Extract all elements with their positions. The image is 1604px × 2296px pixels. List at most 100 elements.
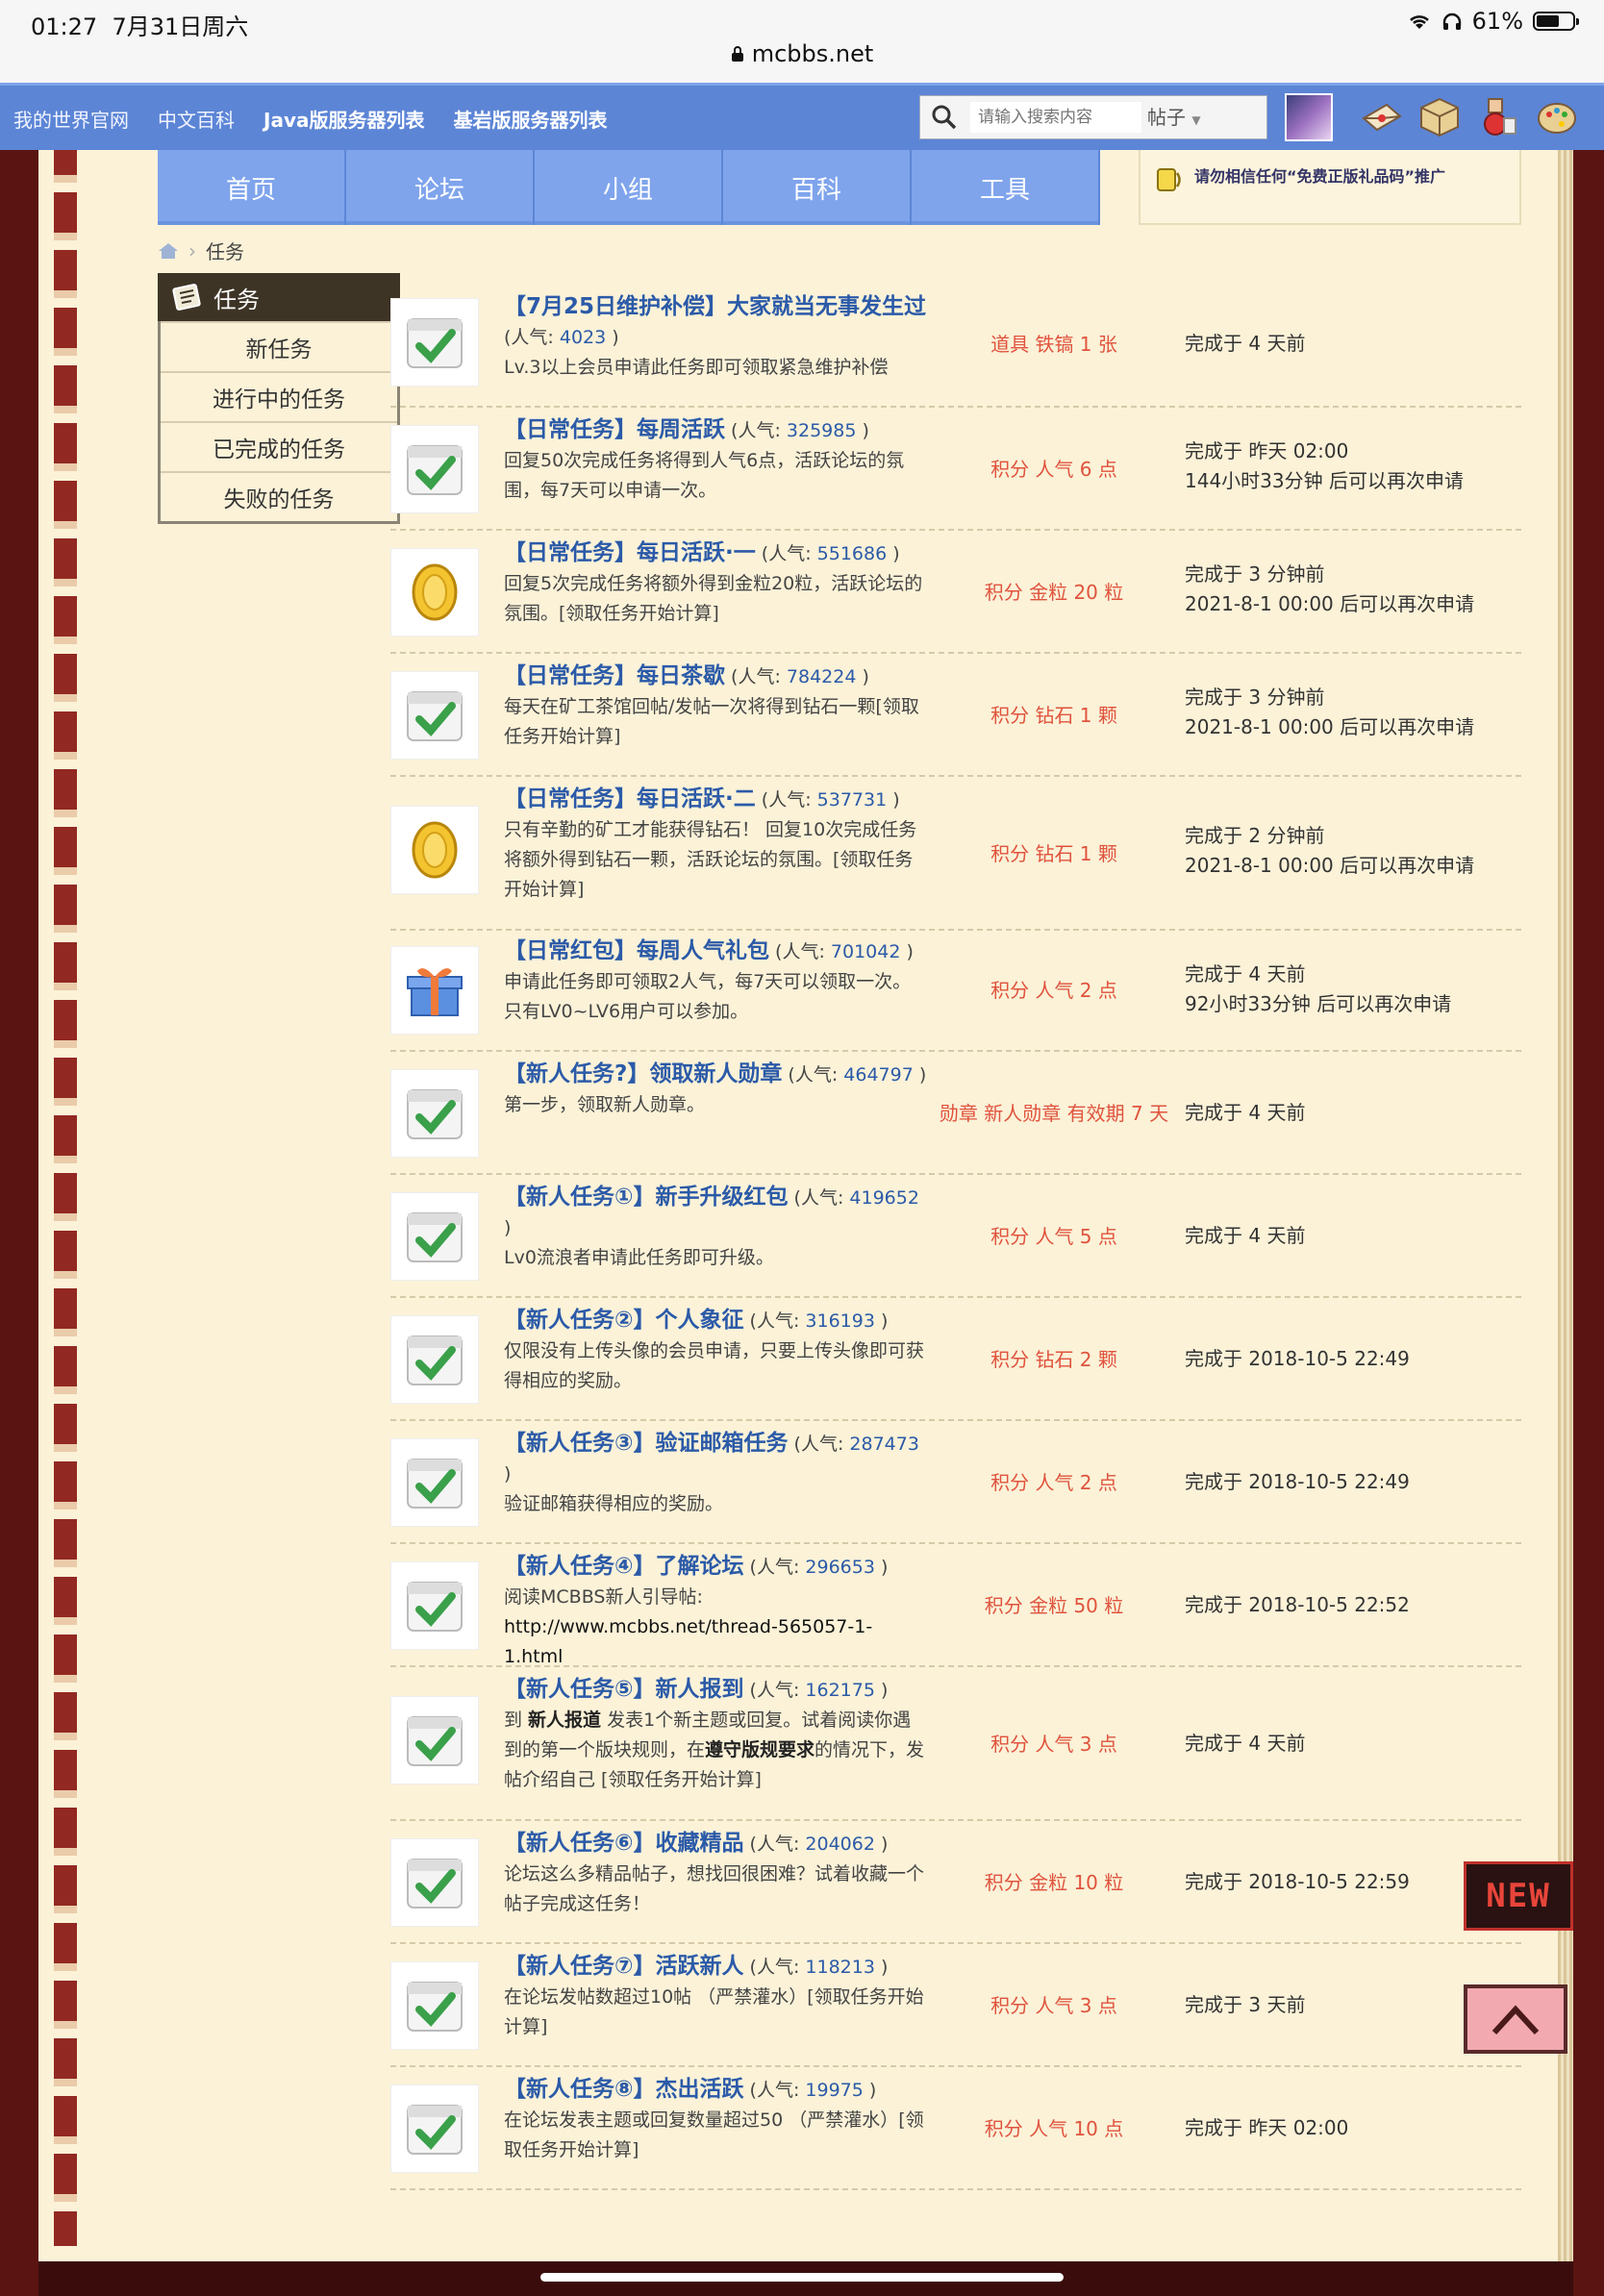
task-title[interactable]: 【新人任务⑤】新人报到 xyxy=(504,1677,743,1702)
popularity-count: 19975 xyxy=(805,2080,864,2101)
task-title[interactable]: 【日常任务】每周活跃 xyxy=(504,417,725,442)
search-button[interactable] xyxy=(920,96,968,138)
breadcrumb-current: 任务 xyxy=(206,240,244,263)
task-scroll-icon xyxy=(172,284,201,311)
check-calendar-icon xyxy=(390,1192,479,1281)
notice-box[interactable]: 请勿相信任何“免费正版礼品码”推广 xyxy=(1139,150,1521,225)
task-status: 完成于 昨天 02:00 144小时33分钟 后可以再次申请 xyxy=(1185,439,1464,492)
tab-home[interactable]: 首页 xyxy=(158,150,346,225)
task-status: 完成于 2018-10-5 22:49 xyxy=(1185,1347,1410,1370)
task-title[interactable]: 【新人任务②】个人象征 xyxy=(504,1308,743,1333)
task-reward: 积分 人气 3 点 xyxy=(990,1994,1117,2017)
search-icon xyxy=(932,105,957,130)
task-body: 【新人任务③】验证邮箱任务 (人气: 287473 ) 验证邮箱获得相应的奖励。 xyxy=(504,1431,919,1514)
book-frame: 首页 论坛 小组 百科 工具 请勿相信任何“免费正版礼品码”推广 › 任务 任务… xyxy=(0,150,1604,2296)
thread-link[interactable]: http://www.mcbbs.net/thread-565057-1-1.h… xyxy=(504,1616,872,1667)
task-status: 完成于 4 天前 xyxy=(1185,332,1306,355)
potion-icon[interactable] xyxy=(1475,95,1519,139)
task-description: 回复50次完成任务将得到人气6点，活跃论坛的氛围，每7天可以申请一次。 xyxy=(504,450,905,501)
task-title[interactable]: 【日常任务】每日茶歇 xyxy=(504,663,725,688)
search-type-select[interactable]: 帖子 ▼ xyxy=(1147,102,1201,130)
task-body: 【日常任务】每周活跃 (人气: 325985 ) 回复50次完成任务将得到人气6… xyxy=(504,417,905,501)
address-bar[interactable]: mcbbs.net xyxy=(0,38,1604,84)
url-text: mcbbs.net xyxy=(751,40,874,67)
task-body: 【日常任务】每日茶歇 (人气: 784224 ) 每天在矿工茶馆回帖/发帖一次将… xyxy=(504,663,919,747)
sidebar-header: 任务 xyxy=(158,273,400,321)
crate-icon[interactable] xyxy=(1417,95,1462,139)
forum-link-newbie[interactable]: 新人报道 xyxy=(528,1710,601,1731)
headphones-icon xyxy=(1442,12,1461,30)
sidebar-item-completed[interactable]: 已完成的任务 xyxy=(161,421,397,471)
palette-icon[interactable] xyxy=(1535,95,1579,139)
task-status: 完成于 3 分钟前 2021-8-1 00:00 后可以再次申请 xyxy=(1185,562,1475,615)
task-reward: 积分 人气 10 点 xyxy=(984,2117,1124,2140)
task-description: Lv0流浪者申请此任务即可升级。 xyxy=(504,1247,774,1268)
task-reward: 积分 钻石 2 颗 xyxy=(990,1348,1117,1371)
task-title[interactable]: 【日常红包】每周人气礼包 xyxy=(504,938,769,963)
task-title[interactable]: 【新人任务⑦】活跃新人 xyxy=(504,1954,743,1979)
top-link-wiki[interactable]: 中文百科 xyxy=(158,105,235,133)
task-title[interactable]: 【新人任务?】领取新人勋章 xyxy=(504,1061,782,1086)
check-calendar-icon xyxy=(390,1315,479,1404)
task-description: 到 新人报道 发表1个新主题或回复。试着阅读你遇到的第一个版块规则，在遵守版规要… xyxy=(504,1710,925,1790)
task-row: 【新人任务⑥】收藏精品 (人气: 204062 ) 论坛这么多精品帖子，想找回很… xyxy=(390,1821,1521,1944)
check-calendar-icon xyxy=(390,1069,479,1158)
new-badge[interactable]: NEW xyxy=(1464,1861,1573,1931)
task-row: 【新人任务①】新手升级红包 (人气: 419652 ) Lv0流浪者申请此任务即… xyxy=(390,1175,1521,1298)
check-calendar-icon xyxy=(390,1838,479,1927)
task-reward: 积分 金粒 50 粒 xyxy=(984,1594,1124,1617)
notice-text: 请勿相信任何“免费正版礼品码”推广 xyxy=(1194,167,1446,186)
popularity-count: 316193 xyxy=(805,1310,875,1332)
task-description: 仅限没有上传头像的会员申请，只要上传头像即可获得相应的奖励。 xyxy=(504,1340,925,1391)
top-link-bedrock-servers[interactable]: 基岩版服务器列表 xyxy=(453,105,607,133)
tab-groups[interactable]: 小组 xyxy=(535,150,723,225)
breadcrumb: › 任务 xyxy=(158,237,244,264)
user-avatar[interactable] xyxy=(1285,93,1333,141)
task-title[interactable]: 【新人任务⑧】杰出活跃 xyxy=(504,2077,743,2102)
wifi-icon xyxy=(1409,15,1429,29)
task-reward: 积分 人气 2 点 xyxy=(990,1471,1117,1494)
task-reward: 积分 钻石 1 颗 xyxy=(990,842,1117,865)
task-status: 完成于 4 天前 xyxy=(1185,1732,1306,1755)
task-reward: 积分 人气 3 点 xyxy=(990,1733,1117,1756)
task-description: 论坛这么多精品帖子，想找回很困难？试着收藏一个帖子完成这任务！ xyxy=(504,1863,925,1914)
search-input[interactable] xyxy=(970,102,1141,133)
message-icon[interactable] xyxy=(1464,1984,1567,2054)
popularity-count: 701042 xyxy=(830,941,901,962)
task-status: 完成于 2018-10-5 22:52 xyxy=(1185,1593,1410,1616)
chevron-up-icon xyxy=(1491,2005,1540,2035)
rules-link[interactable]: 遵守版规要求 xyxy=(705,1739,815,1760)
home-icon[interactable] xyxy=(158,242,179,260)
task-title[interactable]: 【新人任务①】新手升级红包 xyxy=(504,1185,788,1210)
task-row: 【新人任务⑦】活跃新人 (人气: 118213 ) 在论坛发帖数超过10帖 （严… xyxy=(390,1944,1521,2067)
sidebar-item-failed[interactable]: 失败的任务 xyxy=(161,471,397,521)
breadcrumb-separator: › xyxy=(188,238,196,262)
task-description: Lv.3以上会员申请此任务即可领取紧急维护补偿 xyxy=(504,357,889,378)
top-navigation: 我的世界官网 中文百科 Java版服务器列表 基岩版服务器列表 帖子 ▼ xyxy=(0,83,1604,150)
tab-forum[interactable]: 论坛 xyxy=(346,150,535,225)
popularity-count: 204062 xyxy=(805,1834,875,1855)
sidebar-item-in-progress[interactable]: 进行中的任务 xyxy=(161,371,397,421)
sidebar-item-new-tasks[interactable]: 新任务 xyxy=(161,321,397,371)
home-indicator xyxy=(540,2273,1064,2282)
task-row: 【日常红包】每周人气礼包 (人气: 701042 ) 申请此任务即可领取2人气，… xyxy=(390,931,1521,1052)
envelope-icon[interactable] xyxy=(1360,95,1404,139)
top-link-java-servers[interactable]: Java版服务器列表 xyxy=(263,105,424,133)
task-reward: 积分 人气 5 点 xyxy=(990,1225,1117,1248)
top-link-official[interactable]: 我的世界官网 xyxy=(13,105,129,133)
task-title[interactable]: 【新人任务④】了解论坛 xyxy=(504,1554,743,1579)
task-title[interactable]: 【日常任务】每日活跃·二 xyxy=(504,786,756,811)
task-body: 【日常任务】每日活跃·二 (人气: 537731 ) 只有辛勤的矿工才能获得钻石… xyxy=(504,786,917,900)
check-calendar-icon xyxy=(390,671,479,760)
tab-tools[interactable]: 工具 xyxy=(912,150,1100,225)
task-title[interactable]: 【新人任务③】验证邮箱任务 xyxy=(504,1431,788,1456)
task-body: 【日常红包】每周人气礼包 (人气: 701042 ) 申请此任务即可领取2人气，… xyxy=(504,938,914,1022)
task-title[interactable]: 【7月25日维护补偿】大家就当无事发生过 xyxy=(504,294,926,319)
task-status: 完成于 3 分钟前 2021-8-1 00:00 后可以再次申请 xyxy=(1185,686,1475,738)
task-title[interactable]: 【日常任务】每日活跃·一 xyxy=(504,540,756,565)
task-title[interactable]: 【新人任务⑥】收藏精品 xyxy=(504,1831,743,1856)
task-status: 完成于 2 分钟前 2021-8-1 00:00 后可以再次申请 xyxy=(1185,824,1475,877)
tab-wiki[interactable]: 百科 xyxy=(723,150,912,225)
task-body: 【日常任务】每日活跃·一 (人气: 551686 ) 回复5次完成任务将额外得到… xyxy=(504,540,923,624)
battery-percent: 61% xyxy=(1471,8,1523,35)
